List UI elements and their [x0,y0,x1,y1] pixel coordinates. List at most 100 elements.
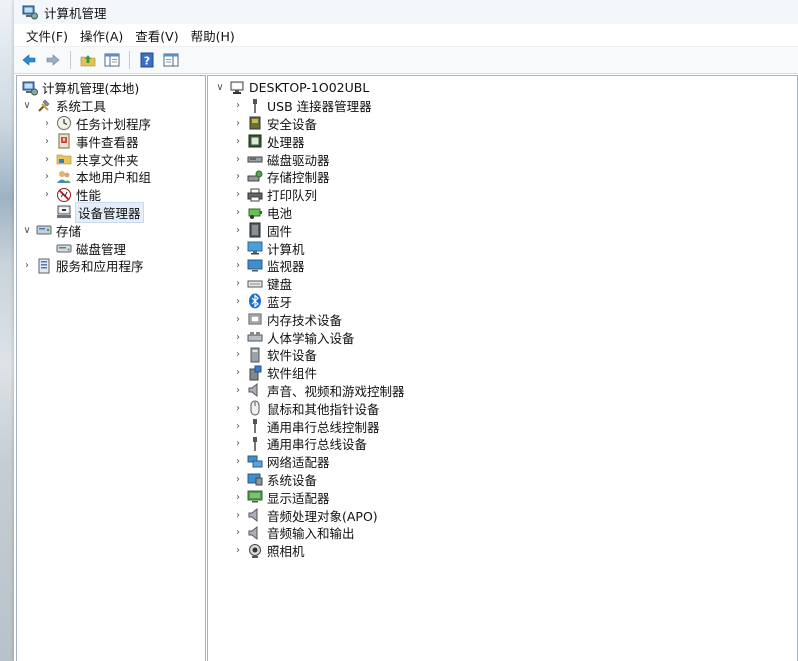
device-category-computer[interactable]: › 计算机 [208,239,797,257]
device-category-batteries[interactable]: › 电池 [208,204,797,222]
tree-item-label: 共享文件夹 [76,152,139,168]
tree-item-system-tools[interactable]: ∨ 系统工具 [17,97,205,115]
chevron-right-icon[interactable]: › [21,260,33,272]
device-category-usb-connector-managers[interactable]: › USB 连接器管理器 [208,97,797,115]
tree-item-storage[interactable]: ∨ 存储 [17,221,205,239]
chevron-right-icon[interactable]: › [232,527,244,539]
device-category-firmware[interactable]: › 固件 [208,221,797,239]
device-category-software-components[interactable]: › 软件组件 [208,364,797,382]
device-category-software-devices[interactable]: › 软件设备 [208,346,797,364]
device-category-monitors[interactable]: › 监视器 [208,257,797,275]
up-folder-icon [80,55,96,67]
title-bar: 计算机管理 [14,0,798,24]
chevron-right-icon[interactable]: › [232,153,244,165]
chevron-right-icon[interactable]: › [232,438,244,450]
device-category-bluetooth[interactable]: › 蓝牙 [208,293,797,311]
hid-icon [247,332,263,342]
device-category-cameras[interactable]: › 照相机 [208,542,797,560]
tree-item-label: 磁盘管理 [76,241,127,257]
chevron-right-icon[interactable]: › [232,509,244,521]
device-category-processors[interactable]: › 处理器 [208,132,797,150]
chevron-right-icon[interactable]: › [41,117,53,129]
chevron-right-icon[interactable]: › [41,135,53,147]
chevron-right-icon[interactable]: › [41,171,53,183]
device-category-print-queues[interactable]: › 打印队列 [208,186,797,204]
content-area: 计算机管理(本地) ∨ 系统工具 › 任务计划程序 › 事件查看器 › 共享文件… [14,73,798,661]
back-button[interactable] [18,49,40,71]
device-category-audio-processing-objects[interactable]: › 音频处理对象(APO) [208,506,797,524]
chevron-right-icon[interactable]: › [232,402,244,414]
device-category-memory-technology-devices[interactable]: › 内存技术设备 [208,310,797,328]
tree-item-shared-folders[interactable]: › 共享文件夹 [17,150,205,168]
device-tree-root[interactable]: ∨ DESKTOP-1O02UBL [208,79,797,97]
users-icon [57,170,71,183]
device-category-mice-pointing-devices[interactable]: › 鼠标和其他指针设备 [208,399,797,417]
show-hide-action-pane-button[interactable] [160,49,182,71]
forward-button[interactable] [42,49,64,71]
chevron-down-icon[interactable]: ∨ [214,82,226,94]
chevron-down-icon[interactable]: ∨ [21,100,33,112]
chevron-right-icon[interactable]: › [232,367,244,379]
chevron-right-icon[interactable]: › [232,349,244,361]
device-category-security-devices[interactable]: › 安全设备 [208,115,797,133]
show-hide-console-tree-button[interactable] [101,49,123,71]
device-category-display-adapters[interactable]: › 显示适配器 [208,488,797,506]
chevron-right-icon[interactable]: › [232,384,244,396]
bluetooth-icon [249,293,261,309]
device-category-usb-controllers[interactable]: › 通用串行总线控制器 [208,417,797,435]
device-tree-root-label: DESKTOP-1O02UBL [249,80,370,96]
device-category-disk-drives[interactable]: › 磁盘驱动器 [208,150,797,168]
tree-item-services-applications[interactable]: › 服务和应用程序 [17,257,205,275]
menu-action[interactable]: 操作(A) [74,26,129,45]
chevron-right-icon[interactable]: › [232,545,244,557]
chevron-right-icon[interactable]: › [232,206,244,218]
tree-root[interactable]: 计算机管理(本地) [17,79,205,97]
chevron-right-icon[interactable]: › [232,135,244,147]
tree-item-disk-management[interactable]: 磁盘管理 [17,239,205,257]
tree-item-event-viewer[interactable]: › 事件查看器 [17,132,205,150]
device-category-network-adapters[interactable]: › 网络适配器 [208,453,797,471]
software-device-icon [250,347,260,363]
menu-file[interactable]: 文件(F) [20,26,74,45]
tree-item-local-users-groups[interactable]: › 本地用户和组 [17,168,205,186]
device-category-keyboards[interactable]: › 键盘 [208,275,797,293]
disk-drive-icon [247,156,263,163]
device-category-label: 软件设备 [267,348,318,364]
tree-item-task-scheduler[interactable]: › 任务计划程序 [17,115,205,133]
chevron-right-icon[interactable]: › [232,117,244,129]
chevron-right-icon[interactable]: › [41,153,53,165]
device-category-storage-controllers[interactable]: › 存储控制器 [208,168,797,186]
chevron-right-icon[interactable]: › [232,100,244,112]
device-category-human-interface-devices[interactable]: › 人体学输入设备 [208,328,797,346]
device-category-usb-devices[interactable]: › 通用串行总线设备 [208,435,797,453]
tree-item-performance[interactable]: › 性能 [17,186,205,204]
menu-view[interactable]: 查看(V) [129,26,184,45]
chevron-right-icon[interactable]: › [232,242,244,254]
chevron-right-icon[interactable]: › [232,171,244,183]
chevron-right-icon[interactable]: › [232,491,244,503]
device-category-system-devices[interactable]: › 系统设备 [208,471,797,489]
chevron-right-icon[interactable]: › [232,295,244,307]
performance-icon [57,187,71,202]
tree-item-device-manager[interactable]: 设备管理器 [17,201,205,223]
chevron-right-icon[interactable]: › [232,420,244,432]
chevron-right-icon[interactable]: › [232,473,244,485]
chevron-right-icon[interactable]: › [232,278,244,290]
device-category-label: 键盘 [267,277,293,293]
menu-help[interactable]: 帮助(H) [185,26,241,45]
device-category-sound-video-game-controllers[interactable]: › 声音、视频和游戏控制器 [208,382,797,400]
chevron-right-icon[interactable]: › [232,189,244,201]
camera-icon [249,543,261,558]
chevron-right-icon[interactable]: › [232,260,244,272]
up-level-button[interactable] [77,49,99,71]
chevron-right-icon[interactable]: › [41,189,53,201]
device-category-audio-inputs-outputs[interactable]: › 音频输入和输出 [208,524,797,542]
chevron-right-icon[interactable]: › [232,456,244,468]
services-icon [38,258,50,274]
chevron-right-icon[interactable]: › [232,313,244,325]
chevron-right-icon[interactable]: › [232,224,244,236]
chevron-right-icon[interactable]: › [232,331,244,343]
chevron-down-icon[interactable]: ∨ [21,224,33,236]
help-button[interactable]: ? [136,49,158,71]
disk-management-icon [56,244,72,253]
